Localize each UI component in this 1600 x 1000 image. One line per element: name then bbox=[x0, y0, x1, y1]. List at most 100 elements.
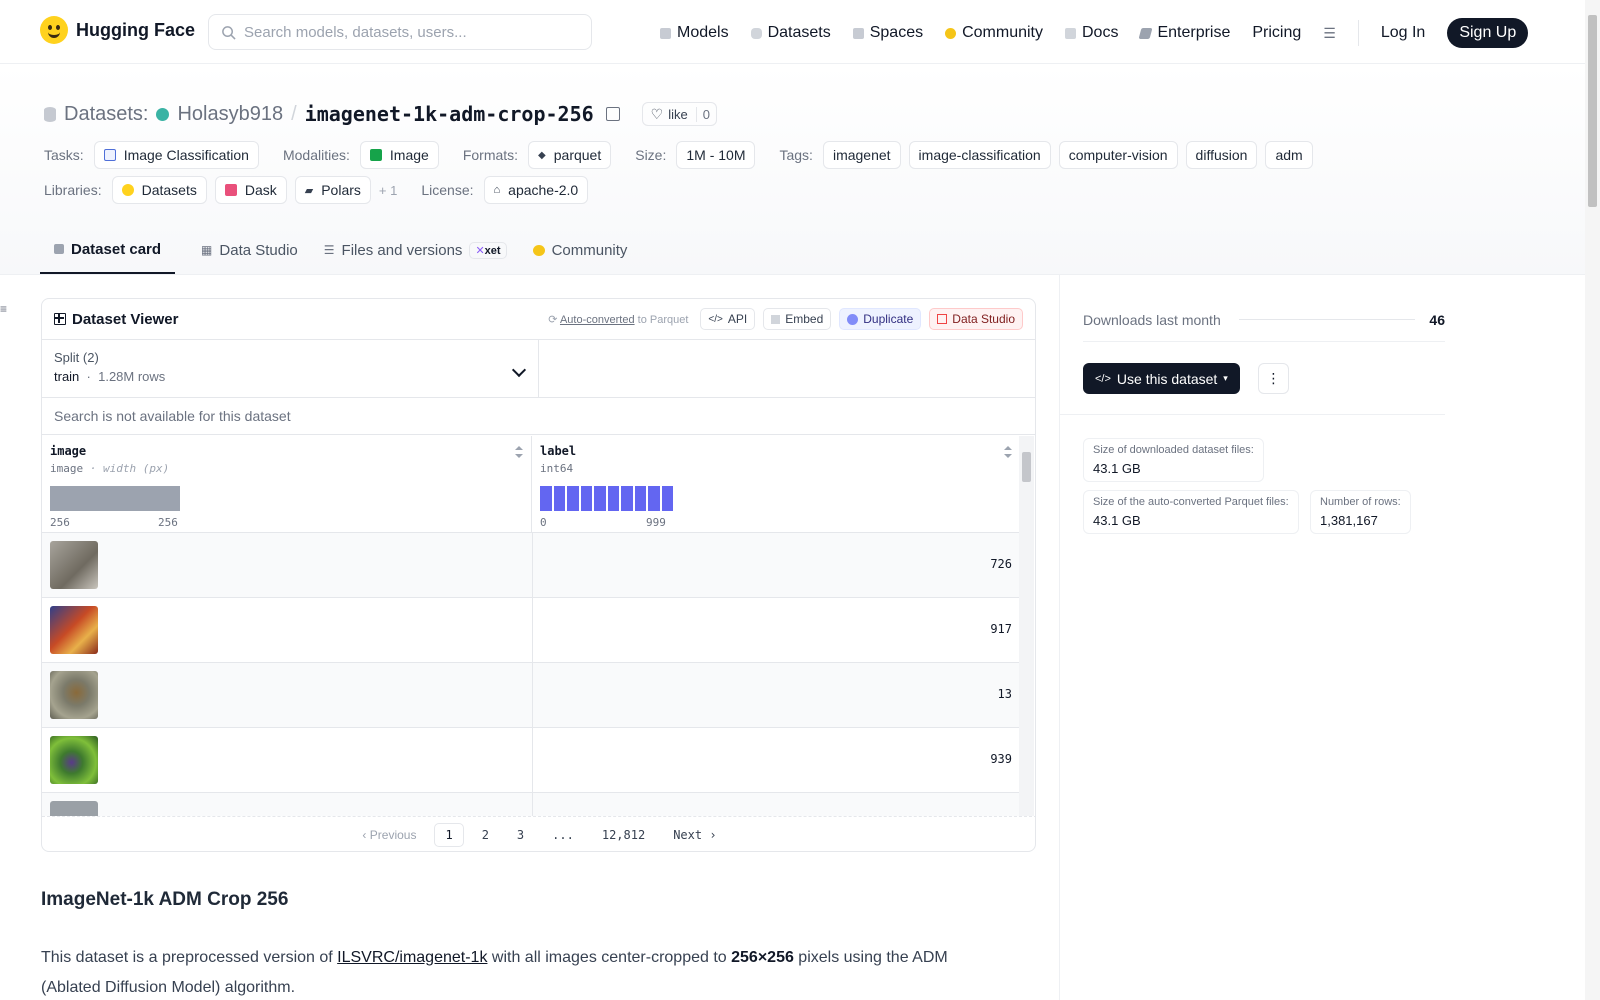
hugging-face-logo-icon bbox=[40, 16, 68, 44]
tag-chip[interactable]: computer-vision bbox=[1058, 141, 1178, 169]
embed-icon bbox=[771, 314, 781, 324]
login-link[interactable]: Log In bbox=[1381, 24, 1425, 42]
chevron-down-icon: ▾ bbox=[1223, 373, 1228, 383]
search-box[interactable] bbox=[208, 14, 592, 50]
row-image-thumbnail[interactable] bbox=[50, 671, 98, 719]
page-button[interactable]: 3 bbox=[507, 824, 534, 846]
previous-page-button[interactable]: ‹ Previous bbox=[352, 824, 426, 846]
tab-data-studio[interactable]: ▦ Data Studio bbox=[201, 226, 298, 274]
size-chip[interactable]: 1M - 10M bbox=[676, 141, 756, 169]
table-scrollbar-thumb[interactable] bbox=[1022, 452, 1031, 482]
stat-num-rows: Number of rows: 1,381,167 bbox=[1310, 490, 1411, 534]
downloads-count: 46 bbox=[1429, 311, 1445, 328]
owner-link[interactable]: Holasyb918 bbox=[177, 103, 283, 126]
copy-icon[interactable] bbox=[605, 107, 620, 121]
split-value: train · 1.28M rows bbox=[54, 369, 166, 384]
table-row[interactable]: 726 bbox=[42, 533, 1020, 598]
owner-avatar bbox=[156, 107, 170, 121]
toc-toggle-icon[interactable]: ≡ bbox=[0, 302, 7, 316]
more-menu-icon[interactable]: ☰ bbox=[1323, 25, 1336, 42]
tag-chip[interactable]: adm bbox=[1265, 141, 1313, 169]
page-scrollbar-thumb[interactable] bbox=[1588, 15, 1597, 207]
table-icon: ▦ bbox=[201, 243, 213, 257]
tab-dataset-card[interactable]: Dataset card bbox=[40, 226, 176, 274]
row-label-value: 939 bbox=[990, 752, 1012, 766]
row-image-thumbnail[interactable] bbox=[50, 541, 98, 589]
brand-name: Hugging Face bbox=[76, 19, 196, 40]
format-chip[interactable]: ◆ parquet bbox=[528, 141, 612, 169]
stat-parquet-size: Size of the auto-converted Parquet files… bbox=[1083, 490, 1299, 534]
embed-button[interactable]: Embed bbox=[763, 308, 832, 330]
row-image-thumbnail[interactable] bbox=[50, 801, 98, 816]
library-chip-polars[interactable]: ▰ Polars bbox=[294, 176, 371, 204]
api-button[interactable]: </> API bbox=[700, 308, 756, 330]
like-button[interactable]: ♡ like 0 bbox=[641, 102, 717, 126]
heart-icon: ♡ bbox=[650, 105, 664, 122]
more-options-icon[interactable]: ⋮ bbox=[1258, 363, 1289, 394]
modality-chip[interactable]: Image bbox=[359, 141, 439, 169]
column-header-label[interactable]: label int64 0 999 bbox=[532, 436, 1020, 533]
formats-label: Formats: bbox=[462, 147, 519, 163]
page-button[interactable]: 12,812 bbox=[592, 824, 655, 846]
signup-button[interactable]: Sign Up bbox=[1447, 18, 1529, 48]
table-scrollbar[interactable] bbox=[1019, 436, 1034, 816]
repo-name[interactable]: imagenet-1k-adm-crop-256 bbox=[305, 102, 594, 126]
page-button[interactable]: 2 bbox=[472, 824, 499, 846]
nav-spaces[interactable]: Spaces bbox=[852, 24, 923, 42]
column-header-image[interactable]: image image · width (px) 256 256 bbox=[42, 436, 532, 533]
page-button[interactable]: 1 bbox=[434, 823, 464, 847]
pagination: ‹ Previous 1 2 3 ... 12,812 Next › bbox=[42, 816, 1035, 851]
row-label-value: 917 bbox=[990, 622, 1012, 636]
table-row[interactable]: 917 bbox=[42, 598, 1020, 663]
downloads-sparkline bbox=[1238, 319, 1416, 320]
nav-docs[interactable]: Docs bbox=[1065, 24, 1118, 42]
brand-logo[interactable]: Hugging Face bbox=[40, 16, 195, 44]
tag-chip[interactable]: diffusion bbox=[1185, 141, 1258, 169]
sort-icon[interactable] bbox=[515, 446, 523, 458]
split-dropdown[interactable]: Split (2) train · 1.28M rows bbox=[42, 340, 539, 397]
license-chip[interactable]: ⌂ apache-2.0 bbox=[483, 176, 589, 204]
tabs-divider bbox=[0, 274, 1585, 275]
data-studio-button[interactable]: Data Studio bbox=[929, 308, 1023, 330]
row-image-thumbnail[interactable] bbox=[50, 606, 98, 654]
tag-chip[interactable]: imagenet bbox=[822, 141, 901, 169]
auto-converted-link[interactable]: ⟳ Auto-converted to Parquet bbox=[548, 313, 688, 326]
library-chip-datasets[interactable]: Datasets bbox=[111, 176, 207, 204]
meta-row-1: Tasks: Image Classification Modalities: … bbox=[44, 141, 1313, 169]
bank-icon: ⌂ bbox=[493, 184, 501, 196]
nav-datasets[interactable]: Datasets bbox=[750, 24, 831, 42]
dataset-icon bbox=[44, 106, 56, 122]
tab-community[interactable]: Community bbox=[532, 226, 627, 274]
column-divider bbox=[1059, 275, 1060, 1000]
imagenet-link[interactable]: ILSVRC/imagenet-1k bbox=[337, 949, 487, 966]
like-count: 0 bbox=[695, 106, 716, 122]
database-icon bbox=[750, 27, 762, 39]
table-row[interactable] bbox=[42, 793, 1020, 816]
split-selector-row: Split (2) train · 1.28M rows bbox=[42, 340, 1035, 398]
more-libraries[interactable]: + 1 bbox=[379, 183, 397, 198]
polar-bear-icon: ▰ bbox=[304, 184, 314, 197]
downloads-stat: Downloads last month 46 bbox=[1083, 298, 1445, 342]
nav-enterprise[interactable]: Enterprise bbox=[1138, 24, 1230, 42]
table-row[interactable]: 939 bbox=[42, 728, 1020, 793]
library-chip-dask[interactable]: Dask bbox=[214, 176, 287, 204]
xet-badge: ✕xet bbox=[469, 241, 507, 259]
tab-files[interactable]: ☰ Files and versions ✕xet bbox=[324, 226, 507, 274]
table-row[interactable]: 13 bbox=[42, 663, 1020, 728]
page-scrollbar[interactable] bbox=[1585, 0, 1600, 1000]
tag-chip[interactable]: image-classification bbox=[908, 141, 1051, 169]
task-chip[interactable]: Image Classification bbox=[93, 141, 259, 169]
libraries-label: Libraries: bbox=[44, 182, 102, 198]
nav-community[interactable]: Community bbox=[945, 24, 1043, 42]
section-label[interactable]: Datasets: bbox=[64, 103, 148, 126]
table-icon bbox=[937, 314, 948, 324]
split-label: Split (2) bbox=[54, 350, 99, 365]
next-page-button[interactable]: Next › bbox=[663, 824, 726, 846]
use-dataset-button[interactable]: </> Use this dataset ▾ bbox=[1083, 363, 1240, 394]
search-input[interactable] bbox=[244, 23, 564, 41]
sort-icon[interactable] bbox=[1004, 446, 1012, 458]
nav-models[interactable]: Models bbox=[660, 24, 729, 42]
duplicate-button[interactable]: Duplicate bbox=[839, 308, 922, 330]
row-image-thumbnail[interactable] bbox=[50, 736, 98, 784]
nav-pricing[interactable]: Pricing bbox=[1252, 24, 1301, 42]
